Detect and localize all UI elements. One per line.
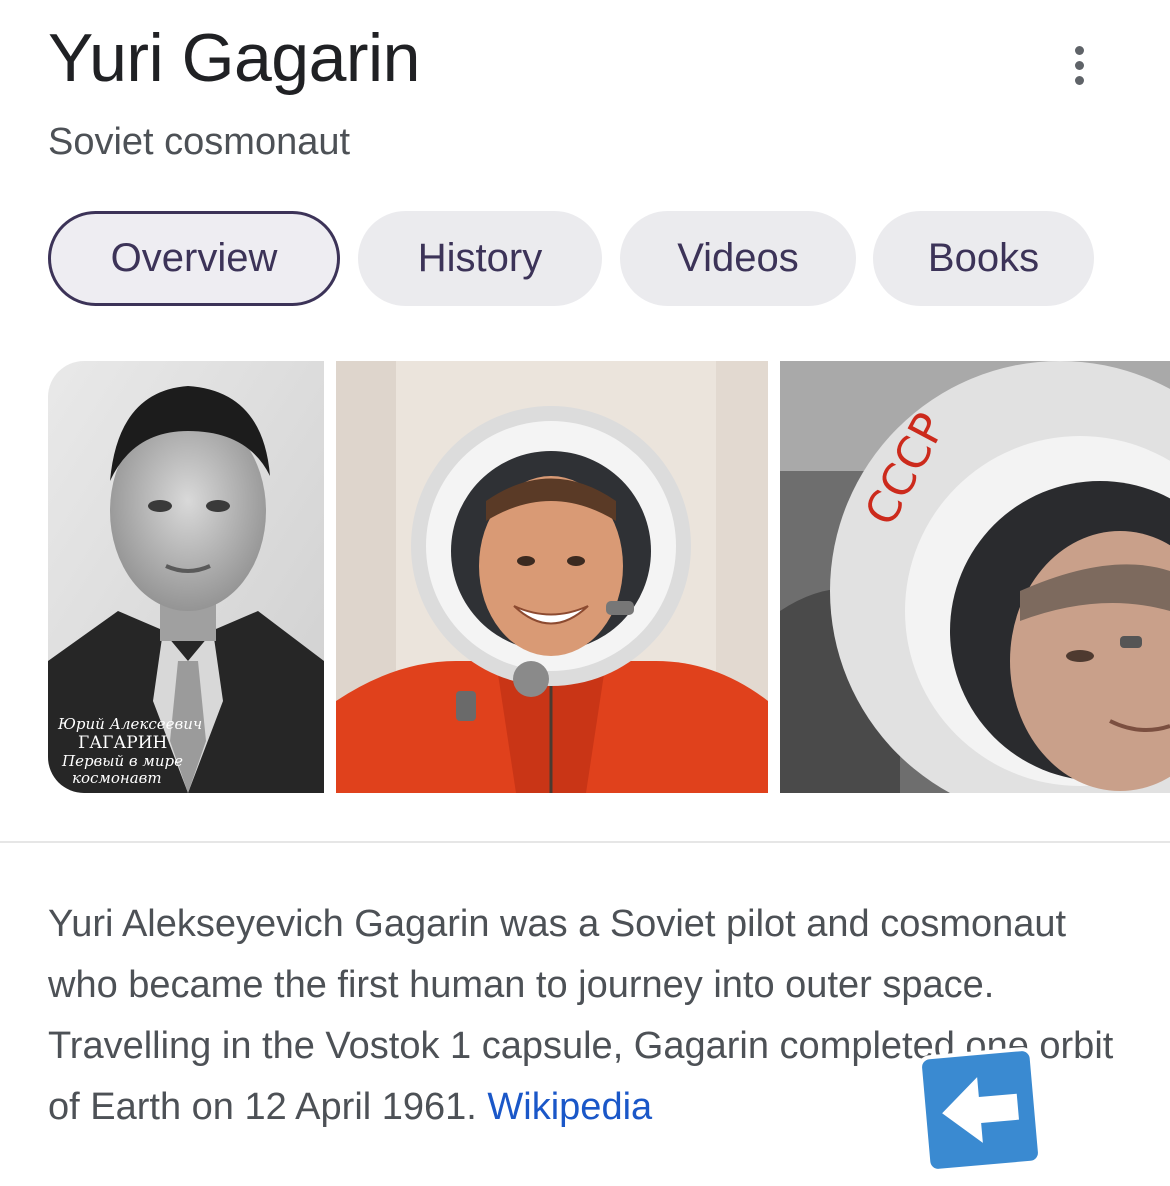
more-vert-icon (1074, 45, 1084, 55)
svg-text:ГАГАРИН: ГАГАРИН (78, 733, 167, 753)
tab-history[interactable]: History (358, 211, 602, 306)
section-divider (0, 841, 1170, 843)
svg-text:Первый в мире: Первый в мире (61, 752, 183, 770)
svg-text:космонавт: космонавт (72, 769, 162, 787)
image-helmet-smiling[interactable] (336, 361, 768, 793)
tab-videos[interactable]: Videos (620, 211, 856, 306)
more-options-button[interactable] (1054, 40, 1104, 90)
left-arrow-icon (918, 1047, 1042, 1173)
page-subtitle: Soviet cosmonaut (48, 121, 351, 163)
svg-text:Юрий Алексеевич: Юрий Алексеевич (57, 715, 202, 733)
page-title: Yuri Gagarin (48, 20, 420, 96)
image-helmet-cccp[interactable]: СССР (780, 361, 1170, 793)
image-portrait-bw[interactable]: Юрий Алексеевич ГАГАРИН Первый в мире ко… (48, 361, 324, 793)
tab-books[interactable]: Books (873, 211, 1094, 306)
tab-overview[interactable]: Overview (48, 211, 340, 306)
wikipedia-link[interactable]: Wikipedia (487, 1086, 652, 1128)
